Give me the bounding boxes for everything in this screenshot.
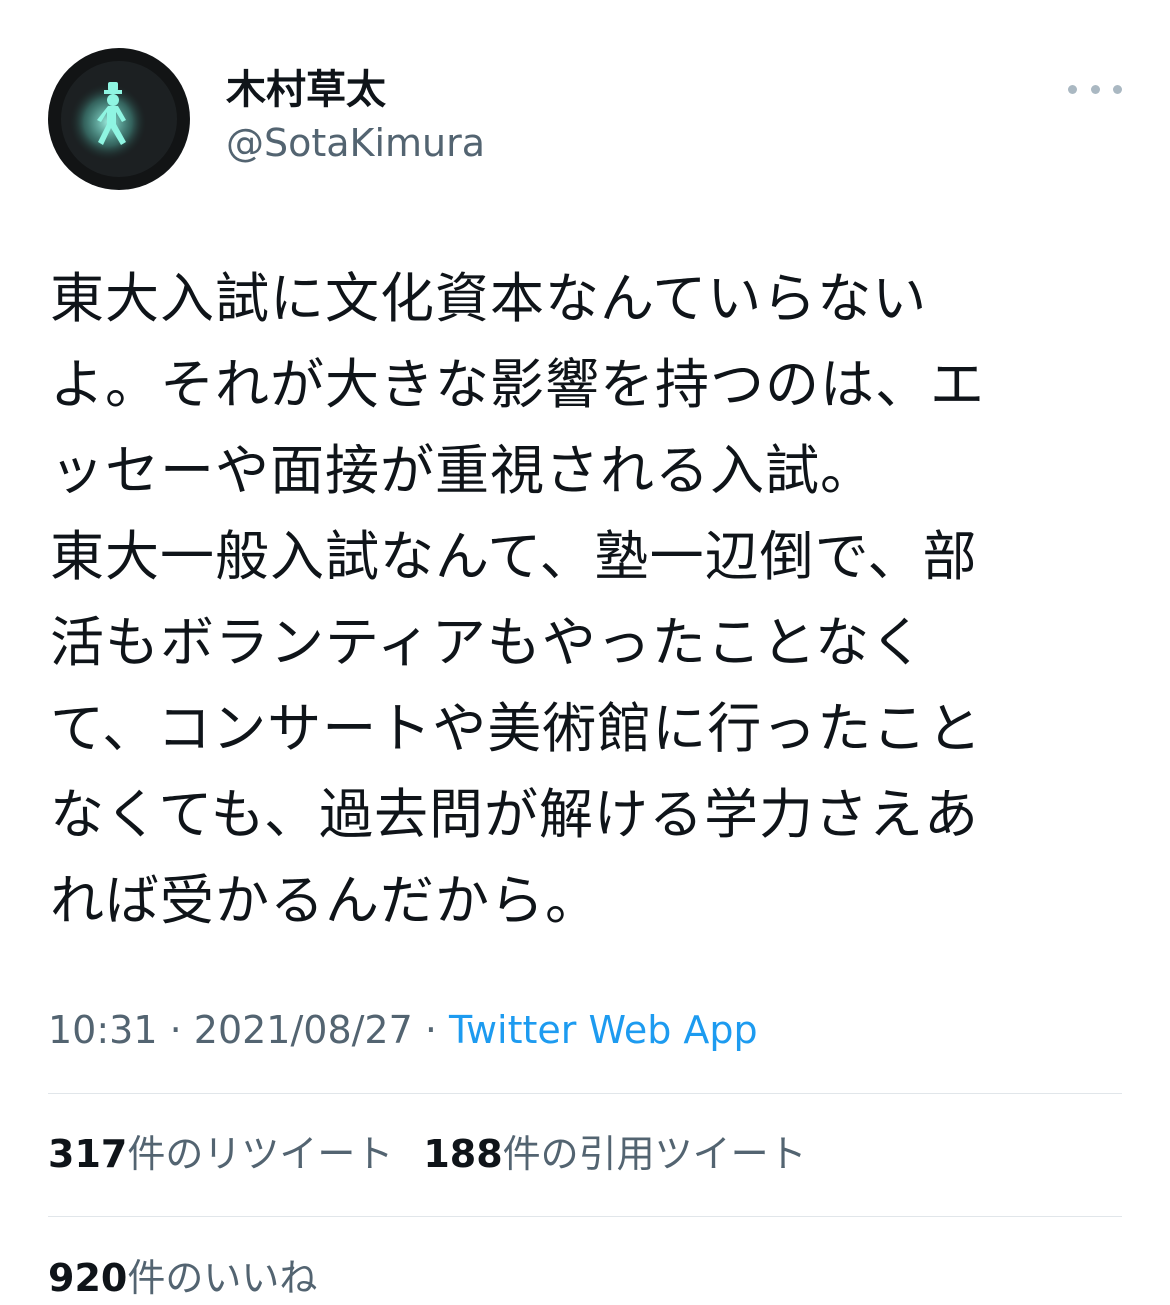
engagement-stats-row: 317件のリツイート 188件の引用ツイート bbox=[48, 1130, 837, 1178]
tweet-source-link[interactable]: Twitter Web App bbox=[449, 1008, 758, 1052]
likes-stats-row: 920件のいいね bbox=[48, 1254, 347, 1302]
pedestrian-signal-icon bbox=[49, 49, 189, 189]
likes-stat[interactable]: 920件のいいね bbox=[48, 1254, 317, 1302]
likes-count: 920 bbox=[48, 1256, 128, 1300]
quote-tweets-label: 件の引用ツイート bbox=[502, 1132, 807, 1176]
tweet-text-line: れば受かるんだから。 bbox=[50, 869, 600, 932]
tweet-text-line: 活もボランティアもやったことなく bbox=[50, 611, 926, 674]
tweet-text-line: て、コンサートや美術館に行ったこと bbox=[50, 697, 983, 760]
divider bbox=[48, 1216, 1122, 1217]
meta-separator: · bbox=[412, 1008, 450, 1052]
quote-tweets-count: 188 bbox=[423, 1132, 503, 1176]
author-handle[interactable]: @SotaKimura bbox=[226, 120, 485, 166]
tweet-date[interactable]: 2021/08/27 bbox=[194, 1008, 413, 1052]
tweet-text-line: なくても、過去問が解ける学力さえあ bbox=[50, 783, 980, 846]
likes-label: 件のいいね bbox=[127, 1256, 318, 1300]
author-display-name[interactable]: 木村草太 bbox=[226, 66, 386, 114]
tweet-text-line: ッセーや面接が重視される入試。 bbox=[50, 439, 875, 502]
tweet-text-line: 東大一般入試なんて、塾一辺倒で、部 bbox=[50, 525, 978, 588]
meta-separator: · bbox=[157, 1008, 194, 1052]
tweet-time[interactable]: 10:31 bbox=[48, 1008, 158, 1052]
avatar[interactable] bbox=[48, 48, 190, 190]
retweets-stat[interactable]: 317件のリツイート bbox=[48, 1130, 393, 1178]
retweets-count: 317 bbox=[48, 1132, 128, 1176]
tweet-detail: 木村草太 @SotaKimura 東大入試に文化資本なんていらない よ。それが大き… bbox=[0, 0, 1170, 1305]
more-options-icon[interactable] bbox=[1068, 72, 1122, 106]
quote-tweets-stat[interactable]: 188件の引用ツイート bbox=[423, 1130, 806, 1178]
retweets-label: 件のリツイート bbox=[127, 1132, 394, 1176]
tweet-text-line: 東大入試に文化資本なんていらない bbox=[50, 267, 928, 330]
tweet-metadata: 10:31 · 2021/08/27 · Twitter Web App bbox=[48, 1006, 758, 1054]
tweet-text: 東大入試に文化資本なんていらない よ。それが大きな影響を持つのは、エ ッセーや面接が… bbox=[50, 256, 1122, 944]
divider bbox=[48, 1093, 1122, 1094]
tweet-text-line: よ。それが大きな影響を持つのは、エ bbox=[50, 353, 985, 416]
